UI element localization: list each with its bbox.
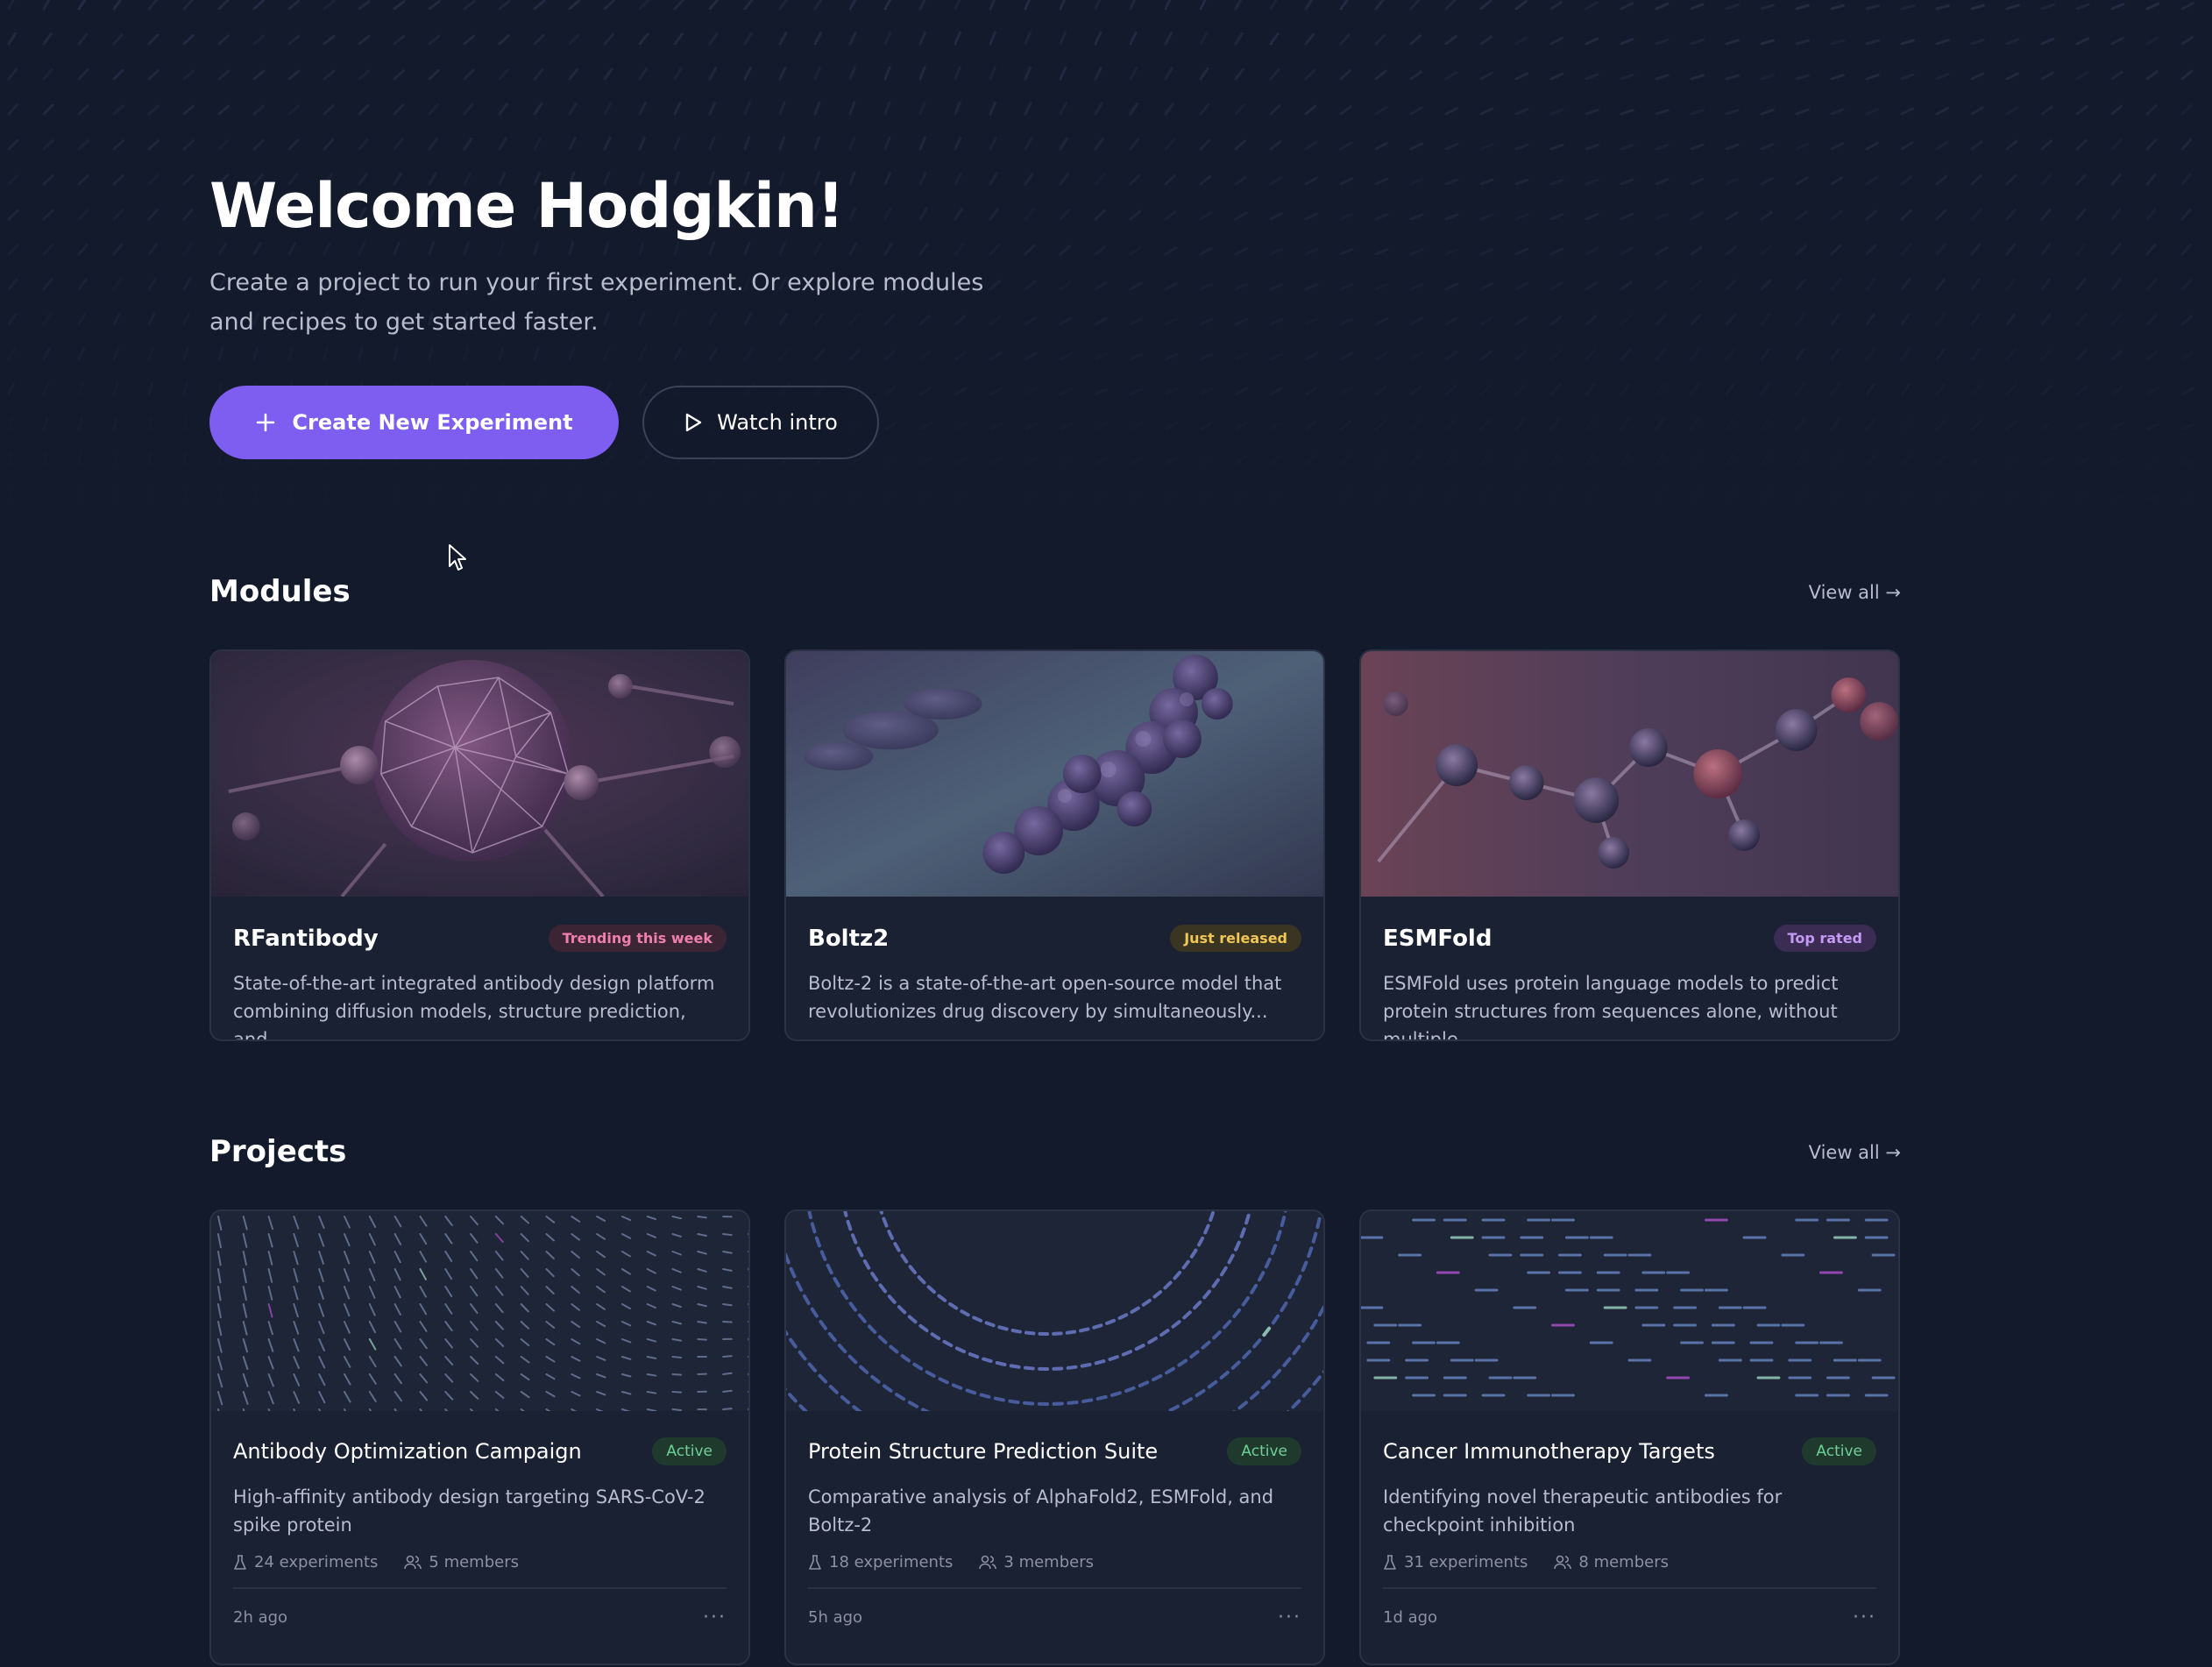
modules-section-title: Modules <box>209 574 351 609</box>
flask-icon <box>233 1554 247 1571</box>
watch-intro-label: Watch intro <box>717 410 838 435</box>
plus-icon <box>255 412 276 433</box>
modules-view-all-link[interactable]: View all → <box>1809 582 1901 603</box>
module-description: ESMFold uses protein language models to … <box>1383 973 1839 1041</box>
project-title: Protein Structure Prediction Suite <box>808 1439 1159 1464</box>
create-new-experiment-label: Create New Experiment <box>292 410 573 435</box>
project-card[interactable]: Cancer Immunotherapy Targets Active Iden… <box>1359 1209 1900 1665</box>
project-description: Identifying novel therapeutic antibodies… <box>1383 1486 1783 1536</box>
more-options-icon[interactable]: ··· <box>703 1607 727 1628</box>
status-badge: Active <box>652 1437 727 1465</box>
project-art-field-lines <box>211 1211 748 1411</box>
more-options-icon[interactable]: ··· <box>1278 1607 1301 1628</box>
projects-card-row: Antibody Optimization Campaign Active Hi… <box>209 1209 1901 1665</box>
experiments-count: 31 experiments <box>1383 1553 1528 1571</box>
experiments-count: 18 experiments <box>808 1553 953 1571</box>
experiments-count: 24 experiments <box>233 1553 378 1571</box>
mouse-cursor-icon <box>448 543 467 575</box>
project-title: Cancer Immunotherapy Targets <box>1383 1439 1715 1464</box>
members-count: 8 members <box>1554 1553 1669 1571</box>
card-divider <box>1383 1587 1876 1589</box>
module-card-esmfold[interactable]: ESMFold Top rated ESMFold uses protein l… <box>1359 649 1900 1041</box>
more-options-icon[interactable]: ··· <box>1853 1607 1876 1628</box>
status-badge: Active <box>1227 1437 1301 1465</box>
module-card-boltz2[interactable]: Boltz2 Just released Boltz-2 is a state-… <box>784 649 1325 1041</box>
create-new-experiment-button[interactable]: Create New Experiment <box>209 386 619 459</box>
module-image-rfantibody <box>211 651 748 897</box>
users-icon <box>979 1555 997 1571</box>
users-icon <box>1554 1555 1572 1571</box>
project-card[interactable]: Antibody Optimization Campaign Active Hi… <box>209 1209 750 1665</box>
card-divider <box>808 1587 1301 1589</box>
project-card[interactable]: Protein Structure Prediction Suite Activ… <box>784 1209 1325 1665</box>
last-updated: 5h ago <box>808 1608 863 1627</box>
modules-card-row: RFantibody Trending this week State-of-t… <box>209 649 1901 1041</box>
project-description: High-affinity antibody design targeting … <box>233 1486 705 1536</box>
last-updated: 1d ago <box>1383 1608 1438 1627</box>
watch-intro-button[interactable]: Watch intro <box>642 386 879 459</box>
flask-icon <box>1383 1554 1397 1571</box>
last-updated: 2h ago <box>233 1608 288 1627</box>
top-rated-badge: Top rated <box>1773 925 1876 952</box>
home-page: Welcome Hodgkin! Create a project to run… <box>0 0 2212 1667</box>
project-art-radial-arcs <box>786 1211 1323 1411</box>
module-image-esmfold <box>1361 651 1898 897</box>
members-count: 5 members <box>404 1553 519 1571</box>
users-icon <box>404 1555 422 1571</box>
page-subtitle: Create a project to run your first exper… <box>209 269 984 336</box>
module-image-boltz2 <box>786 651 1323 897</box>
module-description: Boltz-2 is a state-of-the-art open-sourc… <box>808 973 1282 1022</box>
card-divider <box>233 1587 727 1589</box>
projects-section-title: Projects <box>209 1134 347 1169</box>
trending-badge: Trending this week <box>548 925 727 952</box>
module-title: Boltz2 <box>808 925 890 952</box>
module-card-rfantibody[interactable]: RFantibody Trending this week State-of-t… <box>209 649 750 1041</box>
module-description: State-of-the-art integrated antibody des… <box>233 973 715 1041</box>
members-count: 3 members <box>979 1553 1094 1571</box>
just-released-badge: Just released <box>1170 925 1301 952</box>
project-art-horizontal-dashes <box>1361 1211 1898 1411</box>
status-badge: Active <box>1802 1437 1876 1465</box>
project-description: Comparative analysis of AlphaFold2, ESMF… <box>808 1486 1274 1536</box>
page-title: Welcome Hodgkin! <box>209 170 845 242</box>
projects-view-all-link[interactable]: View all → <box>1809 1142 1901 1163</box>
module-title: ESMFold <box>1383 925 1492 952</box>
play-icon <box>684 412 703 433</box>
project-title: Antibody Optimization Campaign <box>233 1439 582 1464</box>
module-title: RFantibody <box>233 925 379 952</box>
flask-icon <box>808 1554 822 1571</box>
